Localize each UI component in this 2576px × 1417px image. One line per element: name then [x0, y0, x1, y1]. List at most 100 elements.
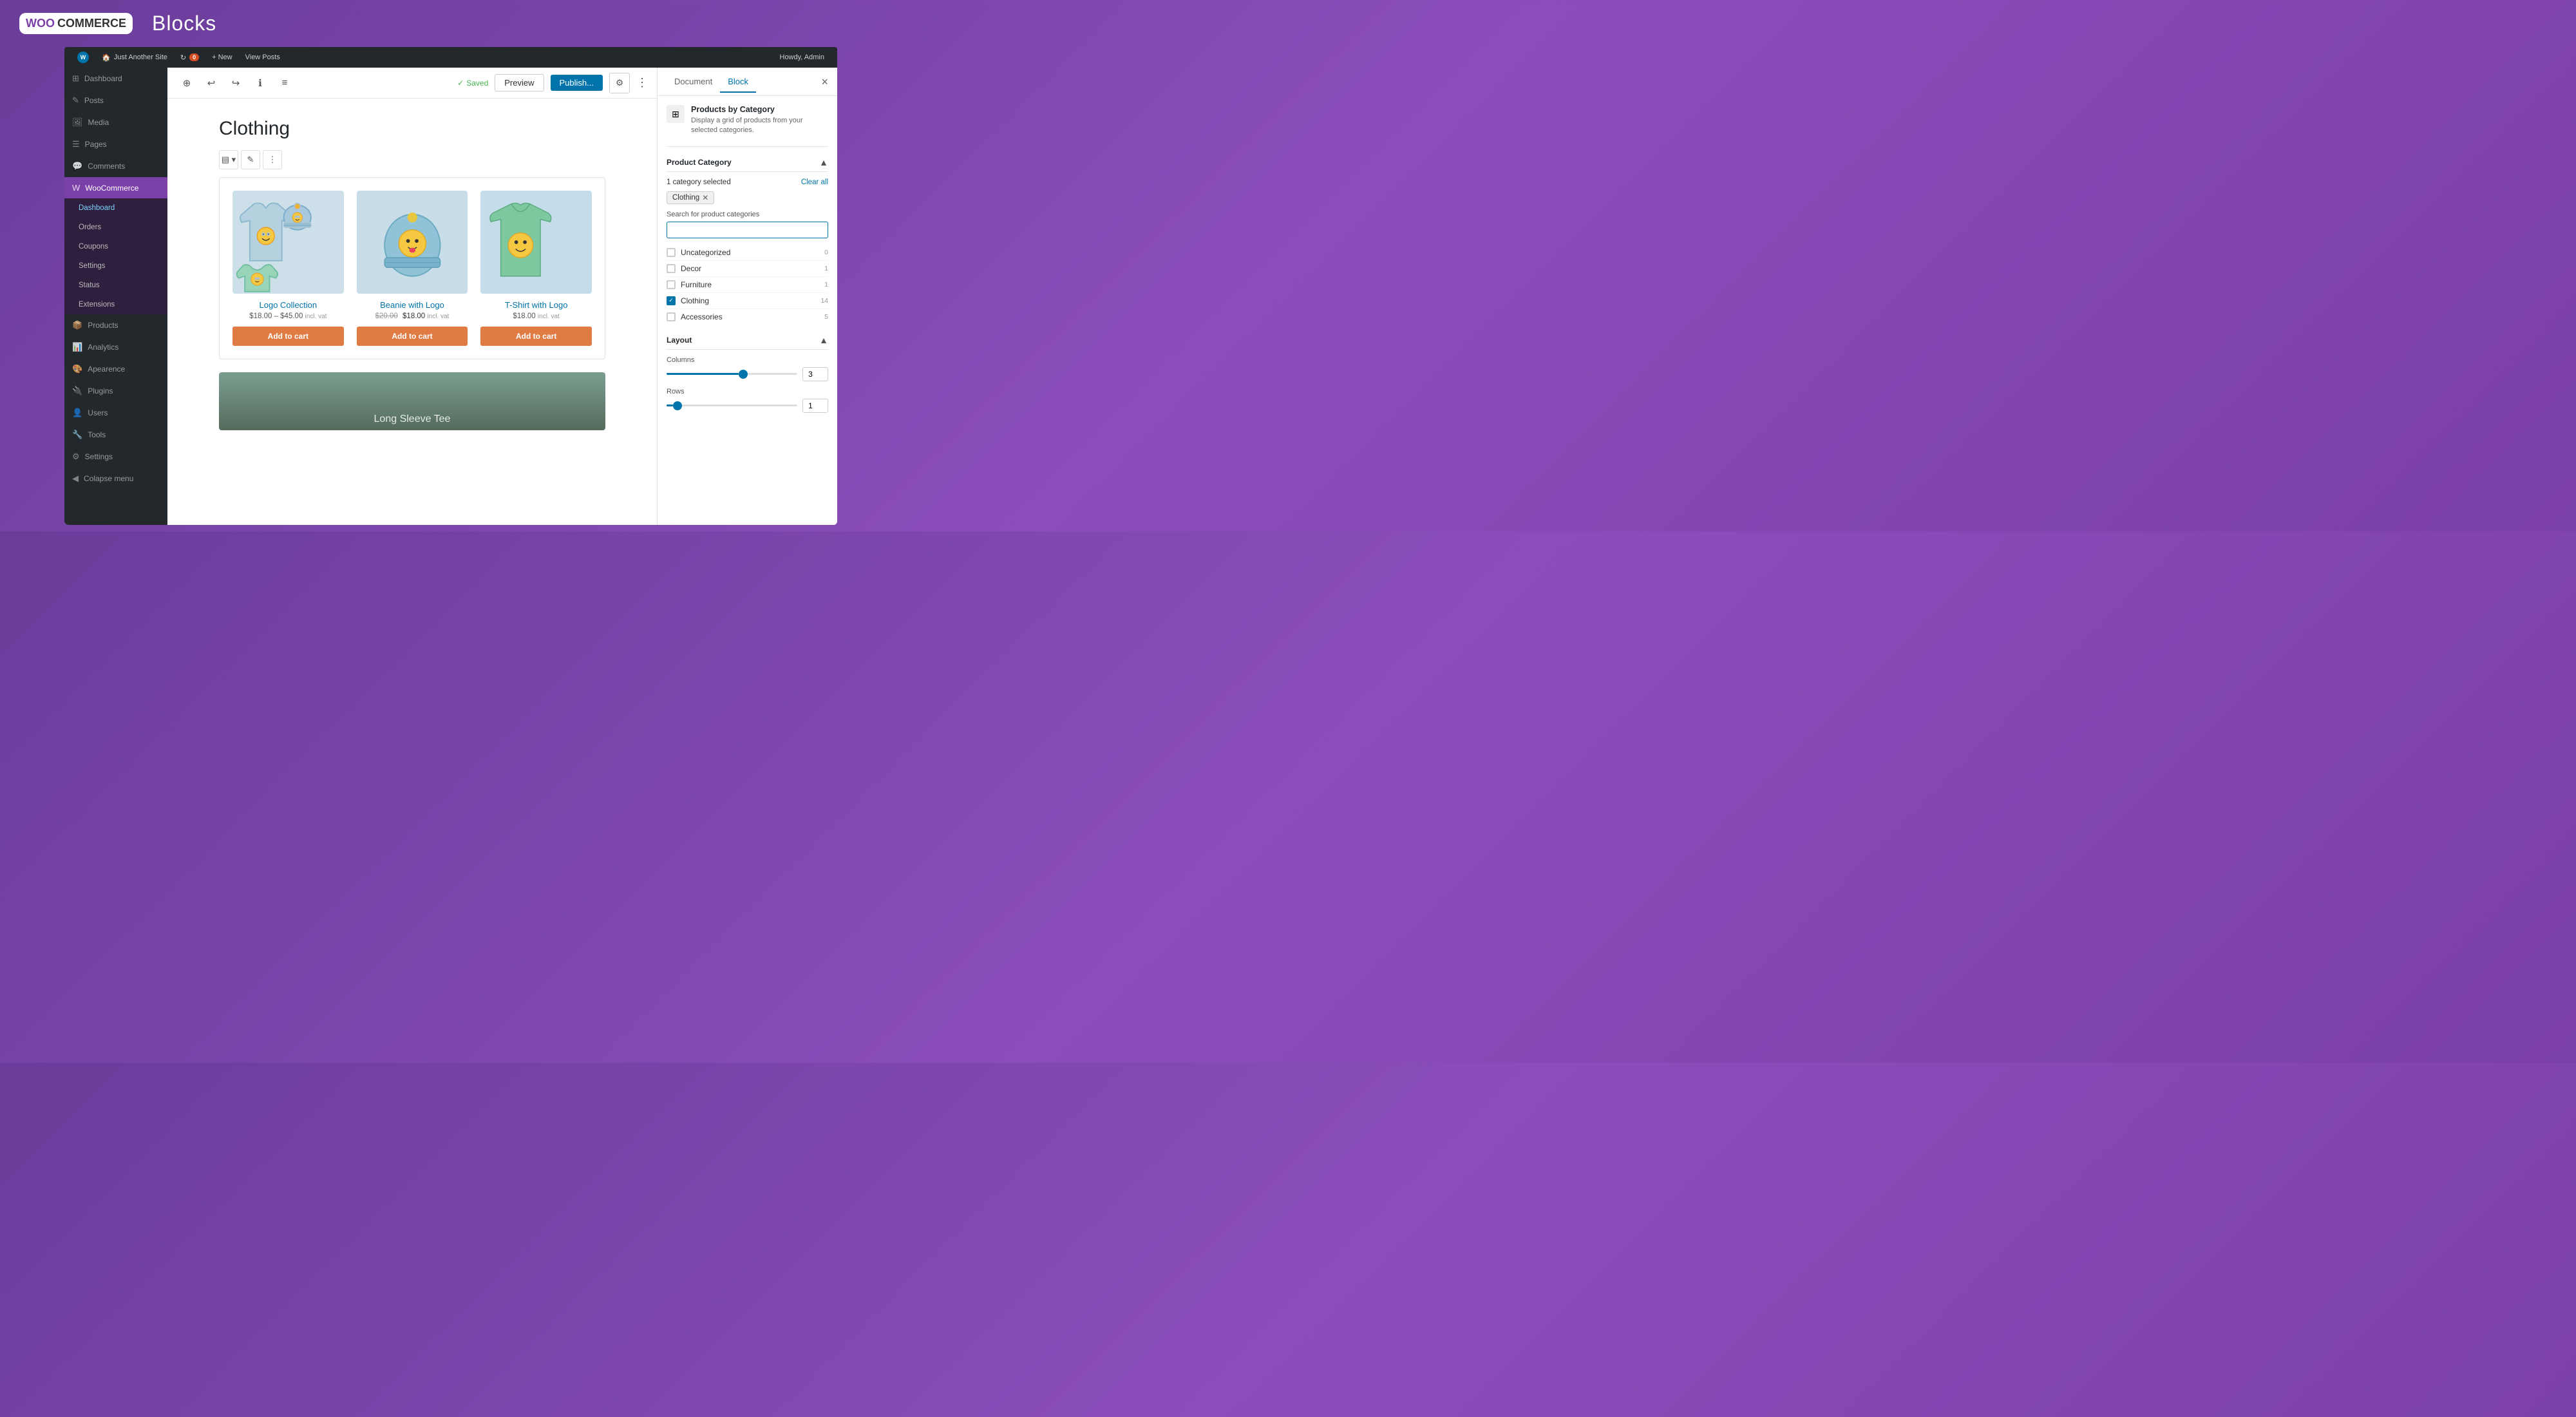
rows-slider-thumb[interactable]	[673, 401, 682, 410]
cat-checkbox-clothing[interactable]: ✓	[667, 296, 676, 305]
add-to-cart-button-1[interactable]: Add to cart	[232, 327, 344, 346]
sidebar-item-media[interactable]: 🖼 Media	[64, 111, 167, 133]
sidebar-item-analytics[interactable]: 📊 Analytics	[64, 336, 167, 358]
columns-slider-thumb[interactable]	[739, 370, 748, 379]
sidebar-item-settings[interactable]: ⚙ Settings	[64, 446, 167, 468]
product-vat-1: incl. vat	[305, 313, 327, 320]
product-svg-2	[357, 191, 468, 294]
gear-button[interactable]: ⚙	[609, 73, 630, 93]
sidebar-analytics-label: Analytics	[88, 343, 118, 352]
sidebar-plugins-label: Plugins	[88, 386, 113, 395]
sidebar-item-comments[interactable]: 💬 Comments	[64, 155, 167, 177]
product-vat-2: incl. vat	[427, 313, 449, 320]
preview-button[interactable]: Preview	[495, 74, 544, 91]
cat-name-decor: Decor	[681, 264, 819, 273]
sub-settings-label: Settings	[79, 262, 106, 270]
sidebar-item-users[interactable]: 👤 Users	[64, 402, 167, 424]
add-to-cart-button-3[interactable]: Add to cart	[480, 327, 592, 346]
redo-button[interactable]: ↪	[225, 73, 246, 93]
sidebar-woo-label: WooCommerce	[85, 184, 138, 193]
sidebar-products-label: Products	[88, 321, 118, 330]
columns-value-input[interactable]	[802, 367, 828, 381]
block-info: ⊞ Products by Category Display a grid of…	[667, 105, 828, 147]
product-name-2: Beanie with Logo	[357, 300, 468, 310]
cat-checkbox-uncategorized[interactable]	[667, 248, 676, 257]
sidebar-settings-label: Settings	[85, 452, 113, 461]
category-section-toggle[interactable]: ▲	[819, 157, 828, 167]
cat-checkbox-decor[interactable]	[667, 264, 676, 273]
sidebar-item-sub-extensions[interactable]: Extensions	[64, 295, 167, 314]
cat-checkbox-furniture[interactable]	[667, 280, 676, 289]
product-price-1: $18.00 – $45.00 incl. vat	[232, 312, 344, 320]
editor-toolbar: ⊕ ↩ ↪ ℹ ≡ ✓ Saved Preview Publish... ⚙ ⋮	[167, 68, 657, 99]
sidebar-item-sub-dashboard[interactable]: Dashboard	[64, 198, 167, 218]
sidebar-item-tools[interactable]: 🔧 Tools	[64, 424, 167, 446]
sidebar-item-appearance[interactable]: 🎨 Apearence	[64, 358, 167, 380]
sidebar-item-collapse[interactable]: ◀ Colapse menu	[64, 468, 167, 490]
more-options-button[interactable]: ⋮	[636, 76, 648, 90]
tag-chip-remove[interactable]: ✕	[702, 194, 708, 202]
wp-logo-item[interactable]: W	[71, 47, 95, 68]
info-button[interactable]: ℹ	[250, 73, 270, 93]
product-name-3: T-Shirt with Logo	[480, 300, 592, 310]
rows-value-input[interactable]	[802, 399, 828, 413]
sidebar: ⊞ Dashboard ✎ Posts 🖼 Media ☰ Pages 💬 Co…	[64, 68, 167, 525]
block-type-button[interactable]: ▤ ▾	[219, 150, 238, 169]
sidebar-users-label: Users	[88, 408, 108, 417]
admin-container: ⊞ Dashboard ✎ Posts 🖼 Media ☰ Pages 💬 Co…	[64, 68, 837, 525]
sidebar-item-sub-orders[interactable]: Orders	[64, 218, 167, 237]
undo-button[interactable]: ↩	[201, 73, 222, 93]
cat-name-clothing: Clothing	[681, 296, 815, 305]
clear-all-link[interactable]: Clear all	[801, 178, 828, 186]
rows-slider-filled	[667, 404, 673, 406]
cat-name-accessories: Accessories	[681, 312, 819, 321]
product-price-2: $20.00 $18.00 incl. vat	[357, 312, 468, 320]
publish-button[interactable]: Publish...	[551, 75, 603, 91]
cat-count-furniture: 1	[824, 281, 828, 289]
product-vat-3: incl. vat	[538, 313, 560, 320]
sidebar-item-posts[interactable]: ✎ Posts	[64, 90, 167, 111]
category-item-decor: Decor 1	[667, 261, 828, 277]
product-card-1: Logo Collection $18.00 – $45.00 incl. va…	[232, 191, 344, 346]
sidebar-pages-label: Pages	[85, 140, 107, 149]
sidebar-item-plugins[interactable]: 🔌 Plugins	[64, 380, 167, 402]
cat-checkbox-accessories[interactable]	[667, 312, 676, 321]
rows-slider-track	[667, 404, 797, 406]
product-banner-text: Long Sleeve Tee	[374, 414, 451, 425]
posts-icon: ✎	[72, 95, 79, 106]
product-svg-3	[480, 191, 592, 294]
transform-button[interactable]: ✎	[241, 150, 260, 169]
panel-close-button[interactable]: ×	[821, 76, 828, 88]
category-item-clothing: ✓ Clothing 14	[667, 293, 828, 309]
settings-icon: ⚙	[72, 452, 80, 462]
sidebar-item-sub-coupons[interactable]: Coupons	[64, 237, 167, 256]
tab-block[interactable]: Block	[720, 71, 756, 93]
editor-area: ⊕ ↩ ↪ ℹ ≡ ✓ Saved Preview Publish... ⚙ ⋮…	[167, 68, 657, 525]
tab-document[interactable]: Document	[667, 71, 720, 93]
block-toolbar: ▤ ▾ ✎ ⋮	[219, 150, 605, 169]
sidebar-item-sub-settings[interactable]: Settings	[64, 256, 167, 276]
woocommerce-icon: W	[72, 183, 80, 193]
site-name-item[interactable]: 🏠 Just Another Site	[95, 47, 174, 68]
product-sale-price-2: $18.00	[402, 312, 425, 320]
product-banner: Long Sleeve Tee	[219, 372, 605, 430]
sidebar-item-woocommerce[interactable]: W WooCommerce	[64, 177, 167, 198]
block-navigation-button[interactable]: ≡	[274, 73, 295, 93]
add-to-cart-button-2[interactable]: Add to cart	[357, 327, 468, 346]
category-list: Uncategorized 0 Decor 1 Furniture 1	[667, 245, 828, 325]
sidebar-item-sub-status[interactable]: Status	[64, 276, 167, 295]
sidebar-item-dashboard[interactable]: ⊞ Dashboard	[64, 68, 167, 90]
sidebar-item-pages[interactable]: ☰ Pages	[64, 133, 167, 155]
view-posts-item[interactable]: View Posts	[239, 47, 287, 68]
products-grid: Logo Collection $18.00 – $45.00 incl. va…	[232, 191, 592, 346]
sidebar-dashboard-label: Dashboard	[84, 74, 122, 83]
sidebar-item-products[interactable]: 📦 Products	[64, 314, 167, 336]
new-item[interactable]: + New	[205, 47, 239, 68]
updates-item[interactable]: ↻ 0	[174, 47, 205, 68]
layout-section-toggle[interactable]: ▲	[819, 335, 828, 345]
category-search-input[interactable]	[667, 222, 828, 238]
saved-text: Saved	[466, 79, 488, 88]
view-posts-label: View Posts	[245, 53, 280, 61]
add-block-button[interactable]: ⊕	[176, 73, 197, 93]
block-more-button[interactable]: ⋮	[263, 150, 282, 169]
